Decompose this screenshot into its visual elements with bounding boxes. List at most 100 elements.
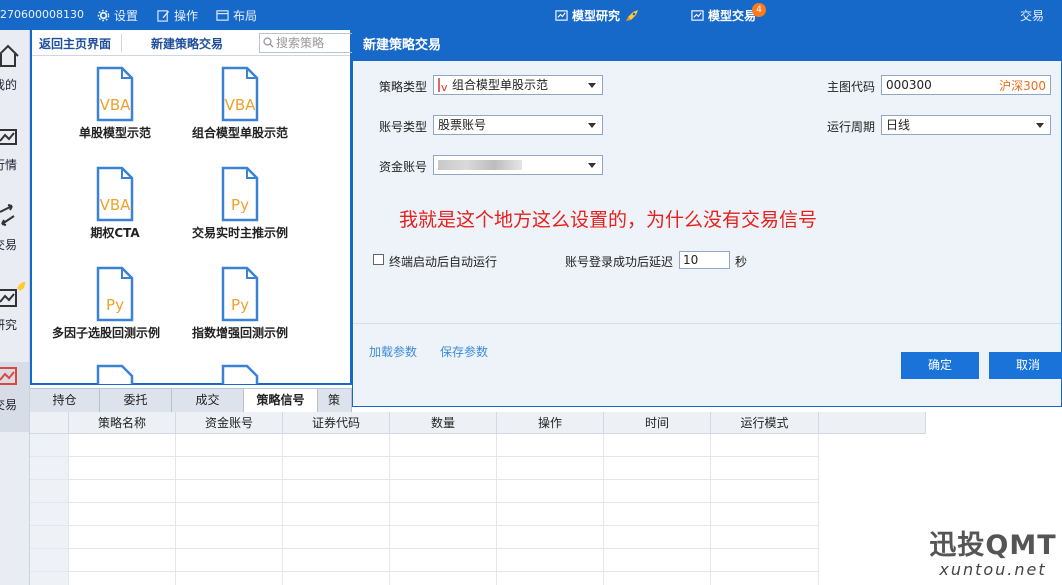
ok-button[interactable]: 确定 [901,352,979,379]
account-type-label: 账号类型 [379,120,428,134]
main-code-input[interactable]: 000300 沪深300 [881,75,1051,95]
divider [353,323,1061,324]
layout-icon [216,10,229,21]
chart-window-icon [691,10,704,21]
annotation-note: 我就是这个地方这么设置的，为什么没有交易信号 [399,209,818,231]
strategy-name: 多因子选股回测示例 [52,326,161,340]
trade-menu[interactable]: 交易 [1020,7,1044,24]
model-research-menu[interactable]: 模型研究 [555,7,640,24]
home-icon [0,44,19,67]
strategy-type-label: 策略类型 [379,80,428,94]
column-header[interactable]: 策略名称 [69,412,176,434]
strategy-type-icon: v [438,77,448,94]
strategy-tile[interactable]: Py 指数增强回测示例 [185,258,295,348]
sidebar-item-trade[interactable]: 交易 [0,202,29,272]
sidebar-label: 我的 [0,78,17,92]
column-header[interactable]: 时间 [604,412,711,434]
column-header[interactable]: 证券代码 [283,412,390,434]
strategy-type-select[interactable]: v 组合模型单股示范 [433,75,603,95]
operate-menu[interactable]: 操作 [157,7,198,24]
period-value: 日线 [886,118,911,132]
delay-input[interactable]: 10 [679,251,730,269]
sidebar-item-model-trade[interactable]: 模型交易 [0,362,29,432]
search-input[interactable]: 搜索策略 [259,33,354,53]
sidebar-label: 行情 [0,158,17,172]
file-type: Py [231,296,249,314]
file-icon [221,364,259,384]
table-row[interactable] [30,434,819,457]
load-params-link[interactable]: 加载参数 [369,343,417,360]
sidebar-item-model-research[interactable]: 模型研究 [0,282,29,352]
column-header[interactable]: 操作 [497,412,604,434]
cancel-button[interactable]: 取消 [989,352,1062,379]
tab-orders[interactable]: 委托 [100,389,172,412]
chart-window-icon [555,10,568,21]
account-number: 270600008130 [0,8,84,21]
fund-account-select[interactable] [433,155,603,175]
tab-positions[interactable]: 持仓 [30,389,100,412]
file-type: Py [231,196,249,214]
svg-text:v: v [441,81,448,93]
top-bar: 270600008130 设置 操作 布局 模型研究 模型交易 4 交易 [0,0,1062,30]
rocket-icon [626,9,639,21]
tab-new-strategy[interactable]: 新建策略交易 [151,35,223,52]
signals-table: 策略名称 资金账号 证券代码 数量 操作 时间 运行模式 [30,412,926,585]
tab-strategy[interactable]: 策略 [318,389,352,412]
table-row[interactable] [30,526,819,549]
account-type-value: 股票账号 [438,118,487,132]
left-sidebar: 我的 行情 交易 模型研究 模型交易 [0,30,30,585]
dropdown-arrow-icon [1036,123,1044,128]
period-select[interactable]: 日线 [881,115,1051,135]
model-trade-icon [0,367,17,385]
model-research-label: 模型研究 [572,9,621,23]
strategy-tile[interactable]: VBA 组合模型单股示范 [185,58,295,148]
file-type: Py [106,296,124,314]
fund-account-label: 资金账号 [379,160,428,174]
period-label: 运行周期 [827,120,876,134]
column-header[interactable]: 数量 [390,412,497,434]
settings-menu[interactable]: 设置 [97,7,138,24]
tab-fills[interactable]: 成交 [172,389,244,412]
sidebar-label: 交易 [0,238,17,252]
dialog-title[interactable]: 新建策略交易 [353,31,1061,61]
main-code-label: 主图代码 [827,80,876,94]
sidebar-item-mine[interactable]: 我的 [0,42,29,112]
strategy-tile[interactable]: VBA 期权CTA [60,158,170,248]
tab-strategy-signals[interactable]: 策略信号 [244,389,318,412]
table-row[interactable] [30,457,819,480]
sidebar-label: 模型交易 [0,398,17,412]
account-type-select[interactable]: 股票账号 [433,115,603,135]
layout-menu[interactable]: 布局 [216,7,257,24]
settings-label: 设置 [114,9,139,23]
bottom-tabs: 持仓 委托 成交 策略信号 策略 [30,388,352,412]
column-header[interactable]: 资金账号 [176,412,283,434]
strategy-tile[interactable]: Py 交易实时主推示例 [185,158,295,248]
dropdown-arrow-icon [588,83,596,88]
model-trade-menu[interactable]: 模型交易 [691,7,756,24]
strategy-type-value: 组合模型单股示范 [452,78,549,92]
column-header[interactable]: 运行模式 [711,412,819,434]
table-row[interactable] [30,480,819,503]
strategy-name: 交易实时主推示例 [191,226,288,240]
table-row[interactable] [30,549,819,572]
gear-icon [97,9,110,22]
sidebar-item-market[interactable]: 行情 [0,122,29,192]
auto-run-label: 终端启动后自动运行 [389,255,498,269]
delay-label: 账号登录成功后延迟 [565,255,674,269]
strategy-tile[interactable]: Py 多因子选股回测示例 [52,258,170,348]
strategy-tile[interactable]: VBA 单股模型示范 [60,58,170,148]
watermark-url: xuntou.net [939,560,1047,579]
redacted-value [438,160,522,170]
notification-badge: 4 [752,3,766,17]
save-params-link[interactable]: 保存参数 [440,343,488,360]
panel-tabs: 返回主页界面 新建策略交易 搜索策略 [32,30,354,56]
strategy-name: 指数增强回测示例 [191,326,288,340]
auto-run-checkbox[interactable] [373,254,384,265]
swap-arrows-icon [0,204,15,226]
main-code-value: 000300 [886,78,932,92]
tab-home[interactable]: 返回主页界面 [39,35,111,52]
table-row[interactable] [30,503,819,526]
strategy-name: 组合模型单股示范 [191,126,288,140]
delay-unit: 秒 [735,255,748,269]
file-type: VBA [99,96,131,114]
